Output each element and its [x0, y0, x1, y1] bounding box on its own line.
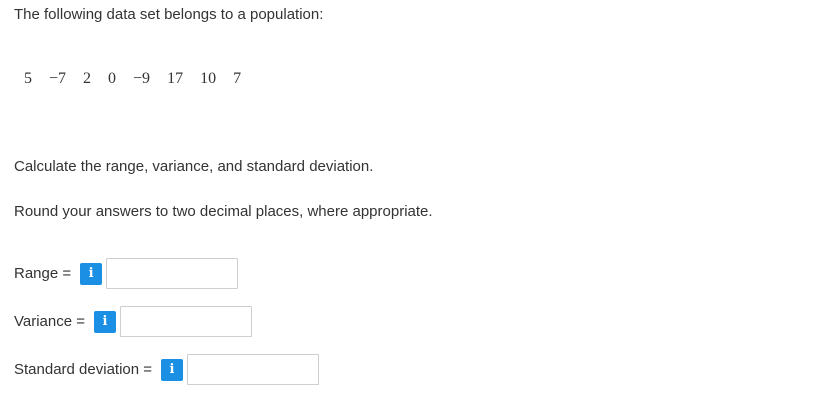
standard-deviation-label: Standard deviation =	[14, 360, 153, 378]
info-icon[interactable]: i	[161, 358, 184, 381]
dataset-value: 0	[108, 70, 117, 87]
instruction-rounding: Round your answers to two decimal places…	[14, 203, 433, 220]
range-answer-row: Range = i	[14, 257, 239, 290]
variance-answer-row: Variance = i	[14, 305, 253, 338]
dataset-value: 10	[200, 70, 217, 87]
variance-input[interactable]	[120, 306, 253, 337]
dataset-value: −7	[49, 70, 67, 87]
dataset-value: 5	[24, 70, 32, 87]
range-label: Range =	[14, 264, 72, 282]
dataset-value: −9	[133, 70, 151, 87]
dataset-values: 5 −7 2 0 −9 17 10 7	[24, 69, 254, 89]
dataset-value: 17	[167, 70, 184, 87]
dataset-value: 7	[233, 70, 242, 87]
variance-label: Variance =	[14, 312, 86, 330]
instruction-calculate: Calculate the range, variance, and stand…	[14, 158, 374, 175]
standard-deviation-answer-row: Standard deviation = i	[14, 353, 320, 386]
info-icon[interactable]: i	[94, 310, 117, 333]
standard-deviation-input[interactable]	[187, 354, 320, 385]
info-icon[interactable]: i	[80, 262, 103, 285]
range-input[interactable]	[106, 258, 239, 289]
dataset-value: 2	[83, 70, 92, 87]
problem-intro: The following data set belongs to a popu…	[14, 6, 324, 23]
